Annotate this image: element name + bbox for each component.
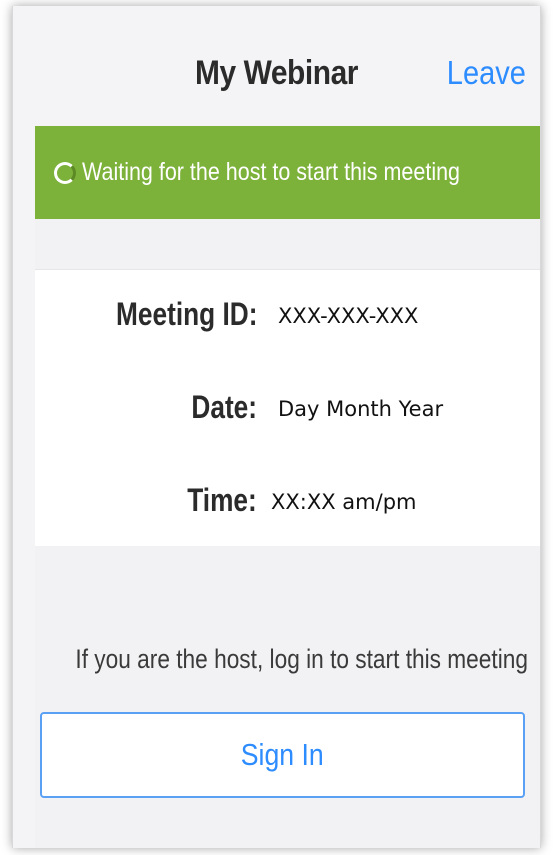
navigation-bar: My Webinar Leave — [13, 6, 540, 126]
meeting-id-label: Meeting ID: — [115, 296, 257, 332]
time-label: Time: — [187, 482, 257, 518]
section-spacer — [35, 219, 540, 269]
date-value: Day Month Year — [278, 397, 444, 421]
status-message: Waiting for the host to start this meeti… — [81, 158, 460, 186]
status-banner: Waiting for the host to start this meeti… — [35, 126, 540, 219]
status-banner-content: Waiting for the host to start this meeti… — [35, 126, 540, 219]
host-login-prompt: If you are the host, log in to start thi… — [75, 644, 528, 674]
app-screen: My Webinar Leave Waiting for the host to… — [12, 6, 541, 848]
time-value: XX:XX am/pm — [271, 490, 417, 514]
meeting-id-row: Meeting ID: XXX-XXX-XXX — [35, 290, 540, 340]
date-row: Date: Day Month Year — [35, 383, 540, 433]
date-label: Date: — [191, 389, 257, 425]
meeting-id-value: XXX-XXX-XXX — [278, 304, 419, 328]
page-title: My Webinar — [195, 54, 358, 92]
time-row: Time: XX:XX am/pm — [35, 476, 540, 526]
leave-button[interactable]: Leave — [447, 54, 526, 92]
loading-spinner-icon — [53, 161, 76, 184]
host-login-section: If you are the host, log in to start thi… — [35, 546, 540, 848]
meeting-details-panel: Meeting ID: XXX-XXX-XXX Date: Day Month … — [35, 269, 540, 547]
sign-in-button[interactable]: Sign In — [40, 712, 525, 798]
screenshot-frame: My Webinar Leave Waiting for the host to… — [0, 0, 556, 855]
sign-in-label: Sign In — [240, 737, 324, 772]
